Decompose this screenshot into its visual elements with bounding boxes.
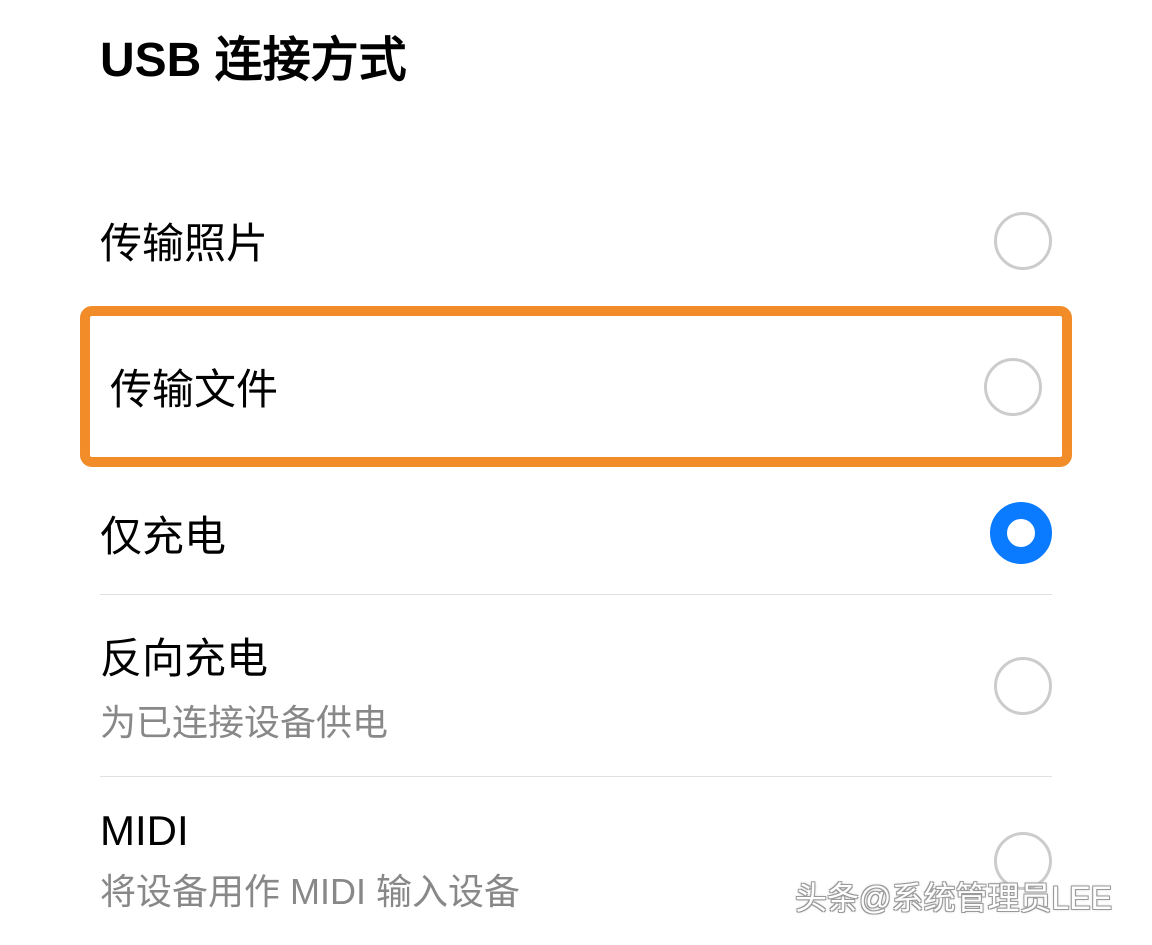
option-text: 传输文件	[110, 356, 278, 417]
watermark-text: 头条@系统管理员LEE	[795, 873, 1112, 919]
page-title: USB 连接方式	[100, 20, 1072, 90]
option-row-0[interactable]: 传输照片	[80, 180, 1072, 301]
option-sublabel: 为已连接设备供电	[100, 694, 388, 746]
option-label: 传输文件	[110, 356, 278, 417]
option-row-1[interactable]: 传输文件	[80, 306, 1072, 467]
option-row-2[interactable]: 仅充电	[80, 472, 1072, 594]
option-row-4[interactable]: MIDI 将设备用作 MIDI 输入设备	[80, 777, 1072, 945]
option-text: 仅充电	[100, 503, 226, 564]
option-text: MIDI 将设备用作 MIDI 输入设备	[100, 807, 520, 915]
options-list: 传输照片传输文件仅充电反向充电为已连接设备供电 MIDI 将设备用作 MIDI 输入…	[80, 180, 1072, 945]
option-text: 传输照片	[100, 210, 268, 271]
option-label: 反向充电	[100, 625, 388, 686]
option-row-3[interactable]: 反向充电为已连接设备供电	[80, 595, 1072, 776]
radio-unselected-icon[interactable]	[994, 212, 1052, 270]
option-label: 仅充电	[100, 503, 226, 564]
option-text: 反向充电为已连接设备供电	[100, 625, 388, 746]
option-label: MIDI	[100, 807, 520, 855]
radio-selected-icon[interactable]	[990, 502, 1052, 564]
settings-container: USB 连接方式 传输照片传输文件仅充电反向充电为已连接设备供电 MIDI 将设备用…	[0, 0, 1152, 945]
radio-unselected-icon[interactable]	[984, 358, 1042, 416]
option-label: 传输照片	[100, 210, 268, 271]
radio-unselected-icon[interactable]	[994, 657, 1052, 715]
option-sublabel: 将设备用作 MIDI 输入设备	[100, 863, 520, 915]
